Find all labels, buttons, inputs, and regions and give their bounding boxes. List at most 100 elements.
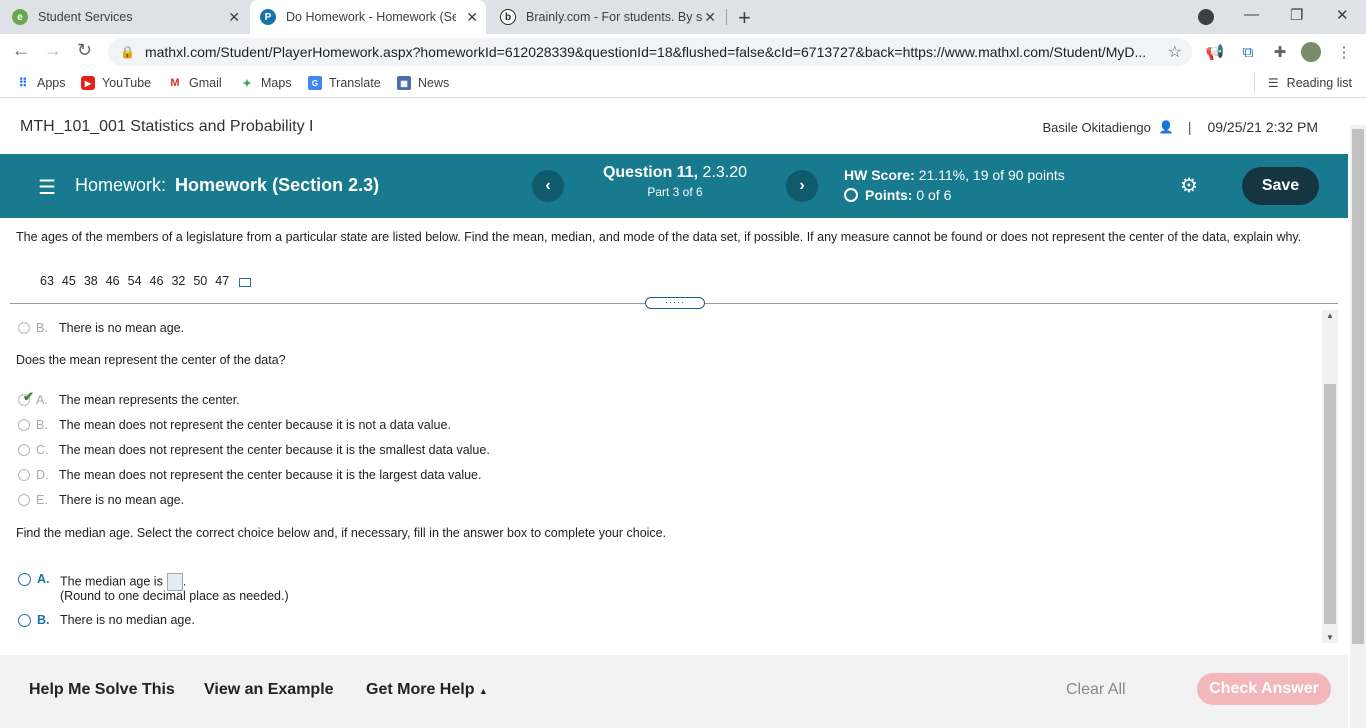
answer-scroll-area[interactable]: B. There is no mean age. Does the mean r… xyxy=(0,310,1338,643)
new-tab-icon[interactable]: + xyxy=(738,5,751,31)
page: MTH_101_001 Statistics and Probability I… xyxy=(0,103,1366,728)
next-question-button[interactable]: › xyxy=(786,170,818,202)
resize-handle[interactable]: ····· xyxy=(645,297,705,309)
date-time: 09/25/21 2:32 PM xyxy=(1207,119,1318,135)
youtube-icon: ▶ xyxy=(81,76,95,90)
restore-icon[interactable]: ❐ xyxy=(1290,6,1303,24)
browser-tab-bar: e Student Services ✕ P Do Homework - Hom… xyxy=(0,0,1366,34)
check-answer-button[interactable]: Check Answer xyxy=(1197,673,1331,705)
get-more-help-label: Get More Help xyxy=(366,681,475,698)
reading-list[interactable]: ☰ Reading list xyxy=(1253,73,1352,93)
bookmark-label: Gmail xyxy=(189,76,222,90)
bookmark-youtube[interactable]: ▶ YouTube xyxy=(81,76,151,90)
median-option-a[interactable]: A. The median age is. xyxy=(18,567,186,591)
tab-search-icon[interactable] xyxy=(1198,9,1214,25)
radio-button xyxy=(18,494,30,506)
close-window-icon[interactable]: ✕ xyxy=(1336,6,1349,24)
option-text: There is no mean age. xyxy=(59,493,185,507)
answer-scrollbar[interactable]: ▲ ▼ xyxy=(1322,310,1338,643)
data-value: 32 xyxy=(171,274,186,288)
copy-data-icon[interactable] xyxy=(239,277,252,287)
close-tab-icon[interactable]: ✕ xyxy=(228,9,240,26)
radio-button xyxy=(18,322,30,334)
question-text: The ages of the members of a legislature… xyxy=(16,230,1302,244)
mean-center-prompt: Does the mean represent the center of th… xyxy=(16,353,286,367)
extensions-puzzle-icon[interactable]: ✚ xyxy=(1270,42,1290,62)
user-bar: Basile Okitadiengo 👤 | 09/25/21 2:32 PM xyxy=(1042,119,1318,135)
reading-list-icon: ☰ xyxy=(1267,76,1279,90)
close-tab-icon[interactable]: ✕ xyxy=(466,9,478,26)
previous-question-button[interactable]: ‹ xyxy=(532,170,564,202)
bookmark-label: News xyxy=(418,76,450,90)
tab-student-services[interactable]: e Student Services ✕ xyxy=(12,0,248,34)
page-scrollbar[interactable] xyxy=(1350,125,1366,728)
option-text: There is no mean age. xyxy=(59,321,185,335)
median-option-b[interactable]: B. There is no median age. xyxy=(18,613,195,627)
url-text: mathxl.com/Student/PlayerHomework.aspx?h… xyxy=(144,44,1147,60)
get-more-help-menu[interactable]: Get More Help ▲ xyxy=(366,681,488,699)
page-scrollbar-thumb[interactable] xyxy=(1352,129,1364,644)
bookmark-maps[interactable]: ✦ Maps xyxy=(240,76,291,90)
user-icon[interactable]: 👤 xyxy=(1159,120,1174,134)
clear-all-button[interactable]: Clear All xyxy=(1066,681,1126,699)
option-letter: B. xyxy=(36,321,48,335)
forward-icon[interactable]: → xyxy=(44,40,62,61)
data-value: 63 xyxy=(40,274,54,288)
option-text: The mean does not represent the center b… xyxy=(59,418,451,432)
translate-icon: G xyxy=(308,76,322,90)
pearson-favicon-icon: P xyxy=(260,9,276,25)
question-number: Question 11, xyxy=(602,164,699,181)
data-value: 45 xyxy=(61,274,76,288)
homework-label: Homework: xyxy=(75,175,167,195)
question-id: 2.3.20 xyxy=(702,164,748,181)
option-letter: D. xyxy=(36,468,49,482)
profile-avatar[interactable] xyxy=(1301,42,1321,62)
bookmark-news[interactable]: ▦ News xyxy=(397,76,449,90)
megaphone-extension-icon[interactable]: 📢 xyxy=(1205,42,1225,62)
translate-extension-icon[interactable]: ⧉ xyxy=(1238,42,1258,62)
mean-center-option-a: ✔ A. The mean represents the center. xyxy=(18,389,240,407)
bookmark-gmail[interactable]: M Gmail xyxy=(168,76,222,90)
score-label: HW Score: xyxy=(844,167,915,183)
question-info: Question 11, 2.3.20 Part 3 of 6 xyxy=(580,164,770,199)
scroll-up-icon[interactable]: ▲ xyxy=(1326,311,1334,320)
mean-center-option-e: E. There is no mean age. xyxy=(18,493,184,507)
hamburger-menu-icon[interactable]: ☰ xyxy=(38,175,56,200)
median-period: . xyxy=(182,574,187,589)
bookmark-apps[interactable]: ⠿ Apps xyxy=(16,76,66,90)
tab-do-homework[interactable]: P Do Homework - Homework (Sect ✕ xyxy=(250,0,486,34)
apps-grid-icon: ⠿ xyxy=(18,76,28,90)
view-example-link[interactable]: View an Example xyxy=(204,681,334,699)
settings-gear-icon[interactable]: ⚙ xyxy=(1180,173,1198,198)
median-prompt: Find the median age. Select the correct … xyxy=(16,526,667,540)
rounding-note: (Round to one decimal place as needed.) xyxy=(60,589,289,603)
scrollbar-thumb[interactable] xyxy=(1324,384,1336,624)
points-ring-icon xyxy=(844,188,858,202)
minimize-icon[interactable]: — xyxy=(1244,6,1259,23)
radio-button[interactable] xyxy=(18,572,31,586)
lock-icon: 🔒 xyxy=(120,45,135,59)
radio-button xyxy=(18,419,30,431)
address-bar[interactable]: 🔒 mathxl.com/Student/PlayerHomework.aspx… xyxy=(108,38,1192,66)
radio-button[interactable] xyxy=(18,613,31,627)
bookmark-star-icon[interactable]: ☆ xyxy=(1168,42,1182,62)
browser-toolbar: ← → ↻ 🔒 mathxl.com/Student/PlayerHomewor… xyxy=(0,34,1366,70)
mean-center-option-d: D. The mean does not represent the cente… xyxy=(18,468,481,482)
reload-icon[interactable]: ↻ xyxy=(77,40,92,61)
option-text: There is no median age. xyxy=(60,613,195,627)
save-button[interactable]: Save xyxy=(1242,167,1319,205)
back-icon[interactable]: ← xyxy=(12,40,30,61)
homework-name: Homework (Section 2.3) xyxy=(175,175,380,195)
maps-icon: ✦ xyxy=(242,77,252,90)
scroll-down-icon[interactable]: ▼ xyxy=(1326,633,1334,642)
data-value: 47 xyxy=(215,274,230,288)
points-value: 0 of 6 xyxy=(916,187,952,203)
help-me-solve-this-link[interactable]: Help Me Solve This xyxy=(29,681,175,699)
close-tab-icon[interactable]: ✕ xyxy=(704,9,716,26)
bookmark-translate[interactable]: G Translate xyxy=(308,76,381,90)
data-value: 46 xyxy=(105,274,120,288)
homework-title: Homework: Homework (Section 2.3) xyxy=(75,175,379,196)
radio-button: ✔ xyxy=(18,389,34,406)
tab-brainly[interactable]: b Brainly.com - For students. By stu ✕ xyxy=(500,0,724,34)
browser-menu-icon[interactable]: ⋮ xyxy=(1334,42,1354,62)
